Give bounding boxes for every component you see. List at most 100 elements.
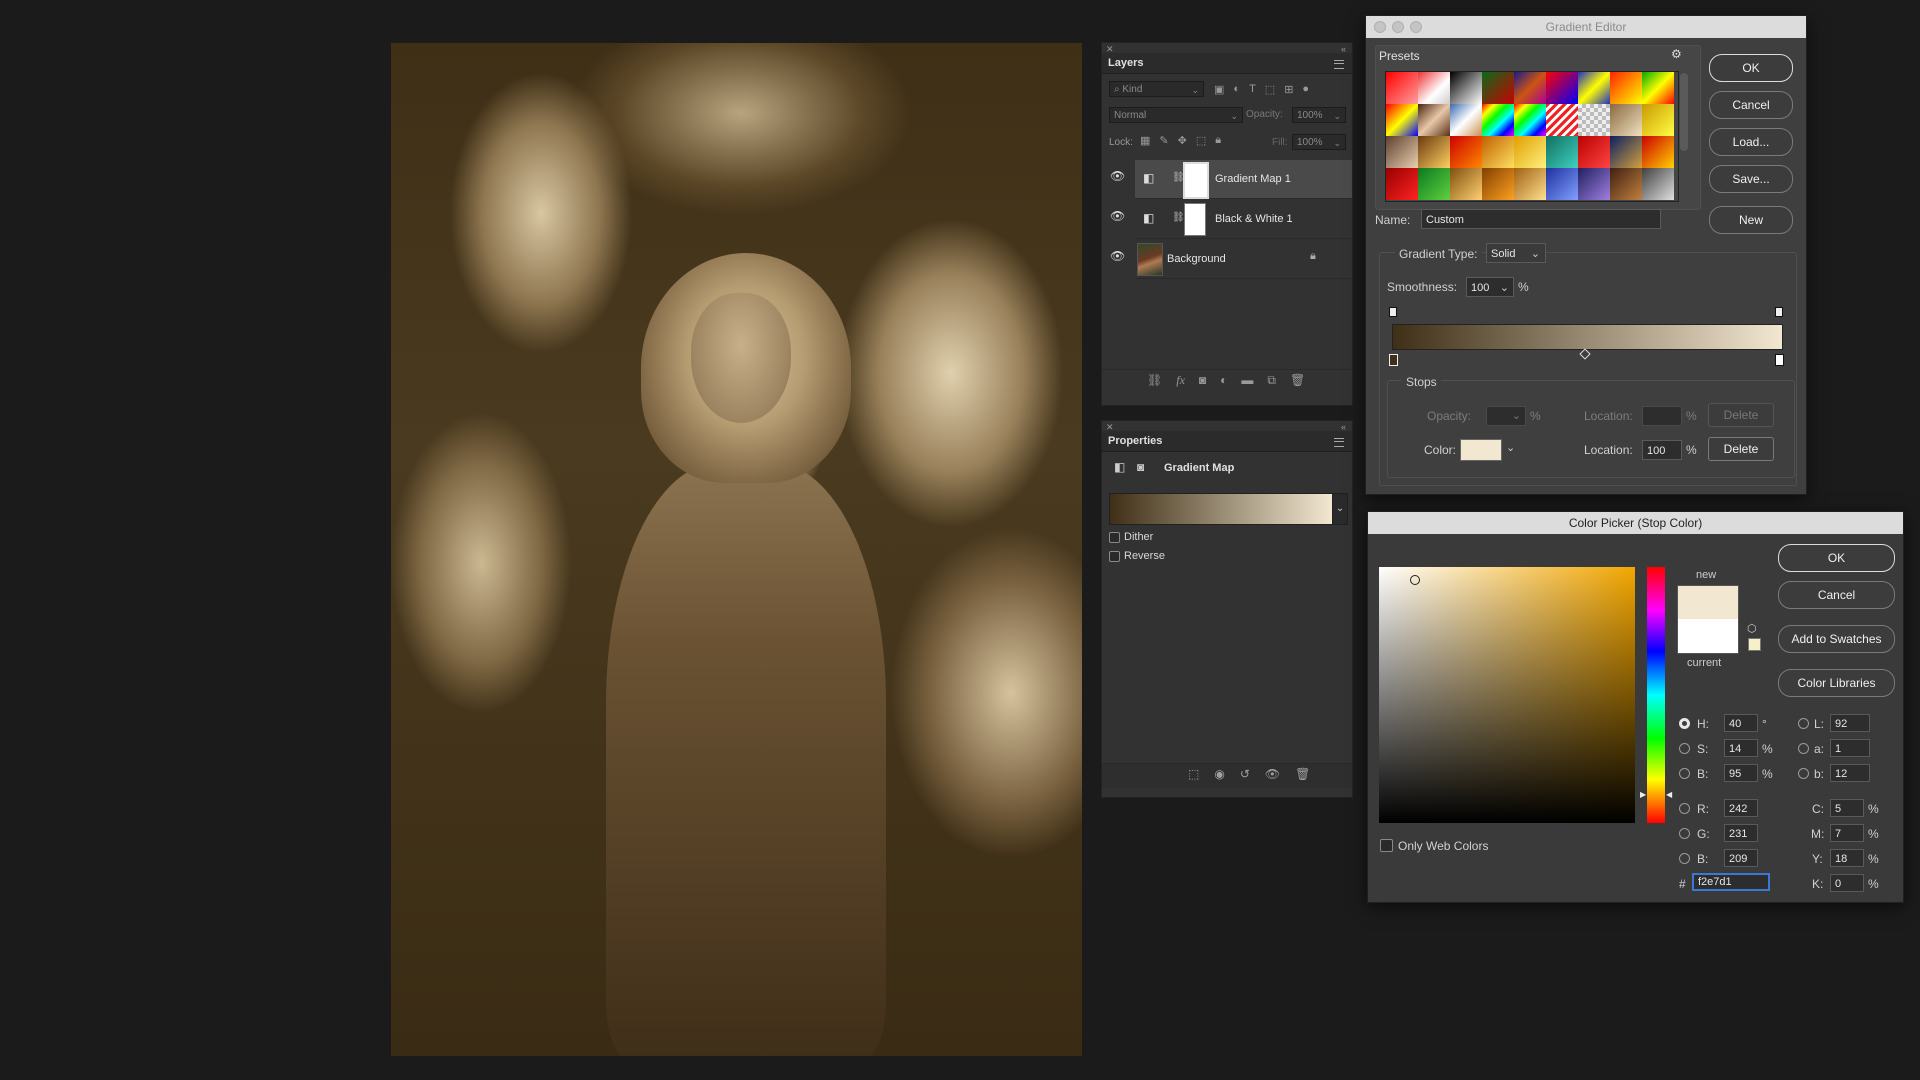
red-input[interactable]: 242 bbox=[1724, 799, 1758, 817]
brightness-input[interactable]: 95 bbox=[1724, 764, 1758, 782]
new-button[interactable]: New bbox=[1709, 206, 1793, 234]
hue-slider[interactable] bbox=[1647, 567, 1665, 823]
preset-swatch[interactable] bbox=[1450, 72, 1482, 104]
eye-icon[interactable]: 👁︎ bbox=[1110, 249, 1125, 263]
color-stop-left[interactable] bbox=[1389, 354, 1398, 366]
cancel-button[interactable]: Cancel bbox=[1778, 581, 1895, 609]
eye-icon[interactable]: 👁︎ bbox=[1110, 169, 1125, 183]
layer-mask-thumbnail[interactable] bbox=[1183, 162, 1209, 199]
preset-swatch[interactable] bbox=[1450, 168, 1482, 200]
fill-field[interactable]: 100% ⌄ bbox=[1292, 134, 1346, 150]
preset-swatch[interactable] bbox=[1546, 72, 1578, 104]
canvas-photo[interactable] bbox=[391, 43, 1082, 1056]
delete-color-stop-button[interactable]: Delete bbox=[1708, 437, 1774, 461]
preset-swatch[interactable] bbox=[1386, 72, 1418, 104]
preset-swatch[interactable] bbox=[1482, 104, 1514, 136]
preset-swatch[interactable] bbox=[1578, 168, 1610, 200]
preset-swatch[interactable] bbox=[1578, 136, 1610, 168]
opacity-stop-left[interactable] bbox=[1389, 307, 1397, 317]
reset-icon[interactable]: ↺ bbox=[1240, 767, 1250, 781]
current-color-swatch[interactable] bbox=[1677, 619, 1739, 654]
preset-swatch[interactable] bbox=[1610, 104, 1642, 136]
preset-swatch[interactable] bbox=[1418, 136, 1450, 168]
layer-name-black-white[interactable]: Black & White 1 bbox=[1215, 213, 1293, 225]
gradient-map-preview[interactable] bbox=[1109, 493, 1333, 525]
green-input[interactable]: 231 bbox=[1724, 824, 1758, 842]
trash-icon[interactable]: 🗑︎ bbox=[1295, 767, 1310, 781]
preset-swatch[interactable] bbox=[1418, 168, 1450, 200]
brightness-radio[interactable] bbox=[1679, 768, 1690, 779]
lab-a-input[interactable]: 1 bbox=[1830, 739, 1870, 757]
load-button[interactable]: Load... bbox=[1709, 128, 1793, 156]
preset-swatch[interactable] bbox=[1578, 104, 1610, 136]
gradient-dropdown[interactable]: ⌄ bbox=[1332, 493, 1348, 525]
new-adjustment-icon[interactable]: ◐ bbox=[1220, 373, 1227, 388]
lab-l-input[interactable]: 92 bbox=[1830, 714, 1870, 732]
blue-radio[interactable] bbox=[1679, 853, 1690, 864]
ok-button[interactable]: OK bbox=[1709, 54, 1793, 82]
panel-menu-icon[interactable] bbox=[1334, 60, 1344, 69]
gradient-type-dropdown[interactable]: Solid ⌄ bbox=[1486, 243, 1546, 263]
saturation-radio[interactable] bbox=[1679, 743, 1690, 754]
visibility-icon[interactable]: 👁︎ bbox=[1265, 767, 1280, 781]
add-to-swatches-button[interactable]: Add to Swatches bbox=[1778, 625, 1895, 653]
blend-mode-dropdown[interactable]: Normal ⌄ bbox=[1109, 107, 1243, 123]
link-icon[interactable]: ⛓︎ bbox=[1172, 212, 1185, 223]
lock-transparent-icon[interactable]: ▦ bbox=[1140, 134, 1150, 147]
preset-swatch[interactable] bbox=[1482, 168, 1514, 200]
hue-radio[interactable] bbox=[1679, 718, 1690, 729]
preset-swatch[interactable] bbox=[1386, 104, 1418, 136]
preset-swatch[interactable] bbox=[1450, 136, 1482, 168]
new-layer-icon[interactable]: ⧉ bbox=[1267, 373, 1276, 388]
kind-filter-dropdown[interactable]: ⌕ Kind ⌄ bbox=[1109, 81, 1204, 97]
ok-button[interactable]: OK bbox=[1778, 544, 1895, 572]
web-safe-swatch[interactable] bbox=[1748, 638, 1761, 651]
color-field-cursor[interactable] bbox=[1410, 575, 1420, 585]
clip-to-layer-icon[interactable]: ⬚ bbox=[1188, 767, 1199, 781]
preset-swatch[interactable] bbox=[1418, 72, 1450, 104]
preset-swatch[interactable] bbox=[1514, 104, 1546, 136]
hex-input[interactable]: f2e7d1 bbox=[1692, 873, 1770, 891]
shape-filter-icon[interactable]: ⬚ bbox=[1265, 83, 1275, 96]
gear-icon[interactable]: ⚙ bbox=[1671, 47, 1682, 61]
opacity-stop-right[interactable] bbox=[1775, 307, 1783, 317]
preset-swatch[interactable] bbox=[1642, 168, 1674, 200]
preset-swatch[interactable] bbox=[1642, 104, 1674, 136]
view-previous-icon[interactable]: ◉ bbox=[1214, 767, 1224, 781]
close-window-icon[interactable] bbox=[1374, 21, 1386, 33]
preset-swatch[interactable] bbox=[1514, 136, 1546, 168]
presets-scrollbar[interactable] bbox=[1680, 73, 1688, 151]
opacity-field[interactable]: 100% ⌄ bbox=[1292, 107, 1346, 123]
panel-menu-icon[interactable] bbox=[1334, 438, 1344, 447]
lock-move-icon[interactable]: ✥ bbox=[1178, 134, 1187, 147]
preset-swatch[interactable] bbox=[1514, 168, 1546, 200]
magenta-input[interactable]: 7 bbox=[1830, 824, 1864, 842]
mask-icon[interactable]: ◙ bbox=[1137, 460, 1144, 474]
lock-brush-icon[interactable]: ✎ bbox=[1159, 134, 1168, 147]
filter-toggle-icon[interactable]: ● bbox=[1302, 83, 1309, 95]
cyan-input[interactable]: 5 bbox=[1830, 799, 1864, 817]
link-layers-icon[interactable]: ⛓︎ bbox=[1147, 373, 1162, 388]
preset-swatch[interactable] bbox=[1418, 104, 1450, 136]
preset-swatch[interactable] bbox=[1482, 72, 1514, 104]
reverse-checkbox[interactable] bbox=[1109, 551, 1120, 562]
smart-object-filter-icon[interactable]: ⊞ bbox=[1284, 83, 1293, 96]
eye-icon[interactable]: 👁︎ bbox=[1110, 209, 1125, 223]
fx-icon[interactable]: fx bbox=[1176, 373, 1185, 388]
yellow-input[interactable]: 18 bbox=[1830, 849, 1864, 867]
smoothness-input[interactable]: 100 ⌄ bbox=[1466, 277, 1514, 297]
adjustment-filter-icon[interactable]: ◐ bbox=[1233, 83, 1240, 95]
gradient-name-input[interactable]: Custom bbox=[1421, 209, 1661, 229]
preset-swatch[interactable] bbox=[1546, 104, 1578, 136]
preset-swatch[interactable] bbox=[1386, 136, 1418, 168]
dither-checkbox[interactable] bbox=[1109, 532, 1120, 543]
black-input[interactable]: 0 bbox=[1830, 874, 1864, 892]
color-location-input[interactable]: 100 bbox=[1642, 440, 1682, 460]
add-mask-icon[interactable]: ◙ bbox=[1199, 373, 1206, 388]
blue-input[interactable]: 209 bbox=[1724, 849, 1758, 867]
saturation-brightness-field[interactable] bbox=[1379, 567, 1635, 823]
minimize-window-icon[interactable] bbox=[1392, 21, 1404, 33]
only-web-colors-checkbox[interactable] bbox=[1380, 839, 1393, 852]
zoom-window-icon[interactable] bbox=[1410, 21, 1422, 33]
layer-name-background[interactable]: Background bbox=[1167, 253, 1226, 265]
